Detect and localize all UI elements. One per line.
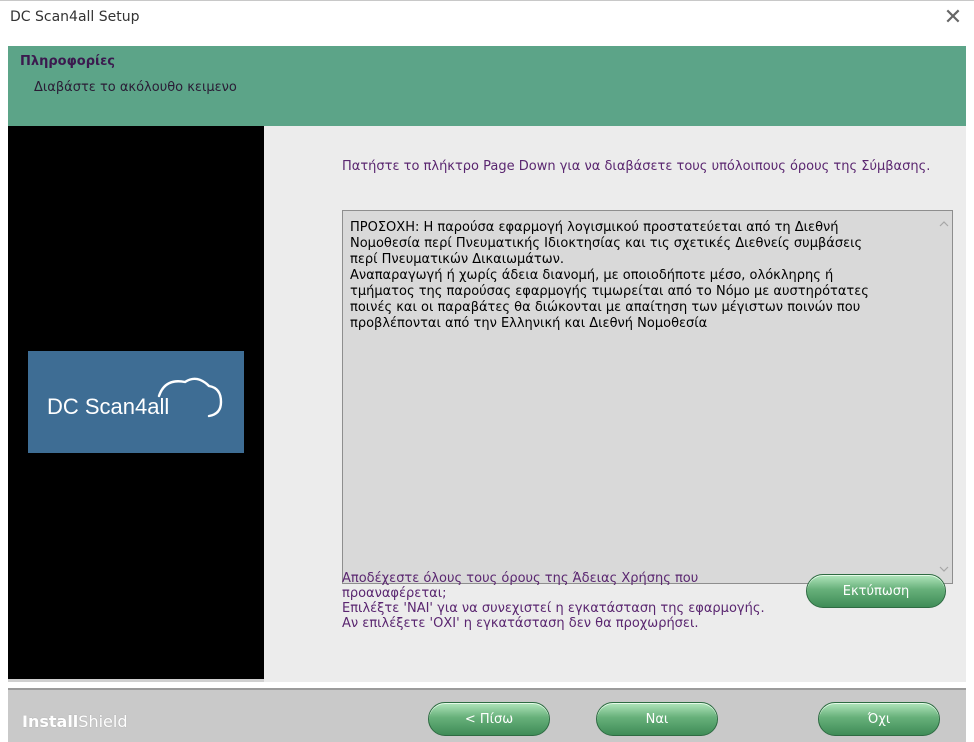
license-textbox[interactable]: ΠΡΟΣΟΧΗ: Η παρούσα εφαρμογή λογισμικού π… bbox=[342, 210, 953, 584]
accept-line: Αν επιλέξετε 'ΟΧΙ' η εγκατάσταση δεν θα … bbox=[342, 616, 699, 631]
print-button-label: Εκτύπωση bbox=[842, 583, 910, 599]
license-line: προβλέπονται από την Ελληνική και Διεθνή… bbox=[350, 316, 708, 331]
title-bar: DC Scan4all Setup ✕ bbox=[0, 0, 974, 47]
license-line: περί Πνευματικών Δικαιωμάτων. bbox=[350, 252, 564, 267]
wizard-header: Πληροφορίες Διαβάστε το ακόλουθο κειμενο bbox=[8, 46, 966, 126]
back-button[interactable]: < Πίσω bbox=[428, 702, 550, 736]
accept-question: Αποδέχεστε όλους τους όρους της Άδειας Χ… bbox=[342, 571, 812, 631]
product-logo: DC Scan4all bbox=[28, 351, 244, 453]
license-line: τμήματος της παρούσας εφαρμογής τιμωρείτ… bbox=[350, 284, 869, 299]
brand-part1: Install bbox=[22, 712, 79, 731]
logo-text: DC Scan4all bbox=[47, 394, 169, 419]
accept-line: προαναφέρεται; bbox=[342, 586, 447, 601]
window-title: DC Scan4all Setup bbox=[10, 9, 140, 25]
accept-line: Αποδέχεστε όλους τους όρους της Άδειας Χ… bbox=[342, 571, 699, 586]
wizard-footer: InstallShield < Πίσω Ναι Όχι bbox=[0, 682, 974, 742]
header-title: Πληροφορίες bbox=[20, 54, 116, 69]
brand-part2: Shield bbox=[78, 712, 128, 731]
content-panel: Πατήστε το πλήκτρο Page Down για να διαβ… bbox=[264, 126, 966, 682]
page-down-instruction: Πατήστε το πλήκτρο Page Down για να διαβ… bbox=[342, 159, 931, 174]
license-line: ποινές και οι παραβάτες θα διώκονται με … bbox=[350, 300, 861, 315]
yes-button-label: Ναι bbox=[645, 711, 669, 727]
no-button[interactable]: Όχι bbox=[818, 702, 940, 736]
logo-graphic: DC Scan4all bbox=[47, 377, 223, 419]
back-button-label: < Πίσω bbox=[464, 711, 514, 727]
license-line: Αναπαραγωγή ή χωρίς άδεια διανομή, με οπ… bbox=[350, 268, 834, 283]
license-line: ΠΡΟΣΟΧΗ: Η παρούσα εφαρμογή λογισμικού π… bbox=[350, 220, 839, 235]
header-subtitle: Διαβάστε το ακόλουθο κειμενο bbox=[34, 80, 237, 95]
wizard-body: DC Scan4all Πατήστε το πλήκτρο Page Down… bbox=[8, 126, 966, 682]
side-image-panel: DC Scan4all bbox=[8, 126, 264, 682]
close-icon[interactable]: ✕ bbox=[940, 5, 966, 31]
yes-button[interactable]: Ναι bbox=[596, 702, 718, 736]
license-scrollbar[interactable] bbox=[935, 211, 952, 583]
license-text: ΠΡΟΣΟΧΗ: Η παρούσα εφαρμογή λογισμικού π… bbox=[350, 220, 930, 332]
print-button[interactable]: Εκτύπωση bbox=[806, 574, 946, 608]
no-button-label: Όχι bbox=[867, 711, 891, 727]
accept-line: Επιλέξτε 'ΝΑΙ' για να συνεχιστεί η εγκατ… bbox=[342, 601, 765, 616]
chevron-up-icon[interactable] bbox=[935, 217, 952, 234]
installshield-brand: InstallShield bbox=[22, 712, 127, 731]
license-line: Νομοθεσία περί Πνευματικής Ιδιοκτησίας κ… bbox=[350, 236, 863, 251]
footer-separator bbox=[8, 688, 966, 690]
